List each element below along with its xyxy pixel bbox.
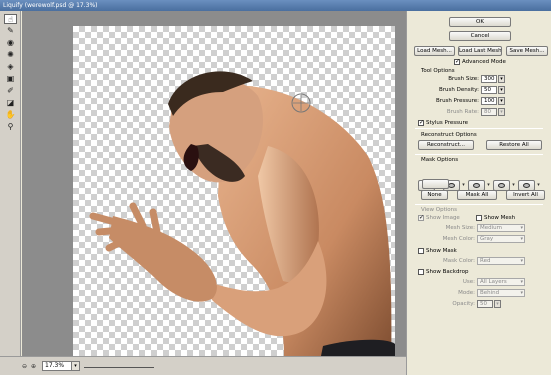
preview-image[interactable] <box>73 26 395 371</box>
mesh-size-label: Mesh Size: <box>445 225 475 231</box>
status-bar: ⊖ ⊕ 17.3% ▾ <box>0 356 406 375</box>
options-panel: OK Cancel Load Mesh... Load Last Mesh Sa… <box>406 11 551 375</box>
show-mask-label: Show Mask <box>426 248 457 254</box>
mask-color-label: Mask Color: <box>442 258 475 264</box>
show-image-label: Show Image <box>426 215 460 221</box>
push-left-icon[interactable]: ▣ <box>5 74 16 84</box>
pucker-icon[interactable]: ✺ <box>5 50 16 60</box>
cancel-button[interactable]: Cancel <box>449 31 511 41</box>
brush-size-dropdown[interactable]: ▾ <box>498 75 505 83</box>
zoom-icon[interactable]: ⚲ <box>5 122 16 132</box>
save-mesh-button[interactable]: Save Mesh... <box>506 46 548 56</box>
mesh-color-select[interactable]: Gray ▾ <box>477 235 525 243</box>
tool-options-title: Tool Options <box>421 68 455 74</box>
show-image-checkbox[interactable]: ✓ <box>418 215 424 221</box>
show-mesh-label: Show Mesh <box>484 215 516 221</box>
mesh-size-select[interactable]: Medium ▾ <box>477 224 525 232</box>
brush-rate-label: Brush Rate: <box>446 109 479 115</box>
brush-size-field[interactable]: 300 <box>481 75 497 83</box>
advanced-mode-label: Advanced Mode <box>462 59 506 65</box>
zoom-in-icon[interactable]: ⊕ <box>31 362 36 371</box>
mask-all-button[interactable]: Mask All <box>457 190 497 200</box>
mask-none-button-placeholder <box>422 179 449 189</box>
show-backdrop-label: Show Backdrop <box>426 269 469 275</box>
show-mesh-checkbox[interactable] <box>476 215 482 221</box>
opacity-field[interactable]: 50 <box>477 300 493 308</box>
mask-options-title: Mask Options <box>421 157 459 163</box>
restore-all-button[interactable]: Restore All <box>486 140 542 150</box>
show-mask-checkbox[interactable] <box>418 248 424 254</box>
mask-color-select[interactable]: Red ▾ <box>477 257 525 265</box>
ok-button[interactable]: OK <box>449 17 511 27</box>
brush-density-dropdown[interactable]: ▾ <box>498 86 505 94</box>
brush-pressure-dropdown[interactable]: ▾ <box>498 97 505 105</box>
thaw-mask-icon[interactable]: ◪ <box>5 98 16 108</box>
mode-label: Mode: <box>458 290 475 296</box>
brush-density-label: Brush Density: <box>439 87 479 93</box>
load-last-mesh-button[interactable]: Load Last Mesh <box>458 46 502 56</box>
brush-rate-field[interactable]: 80 <box>481 108 497 116</box>
advanced-mode-checkbox[interactable]: ✓ <box>454 59 460 65</box>
reconstruct-icon[interactable]: ✎ <box>5 26 16 36</box>
mask-none-button[interactable]: None <box>421 190 448 200</box>
use-select[interactable]: All Layers ▾ <box>477 278 525 286</box>
bloat-icon[interactable]: ◈ <box>5 62 16 72</box>
divider <box>415 154 543 155</box>
load-mesh-button[interactable]: Load Mesh... <box>414 46 455 56</box>
mesh-color-label: Mesh Color: <box>442 236 475 242</box>
brush-pressure-field[interactable]: 100 <box>481 97 497 105</box>
window-title: Liquify (werewolf.psd @ 17.3%) <box>0 0 551 11</box>
forward-warp-icon[interactable]: ☝ <box>4 14 17 24</box>
tool-strip: ☝ ✎ ◉ ✺ ◈ ▣ ✐ ◪ ✋ ⚲ <box>0 11 21 356</box>
stylus-pressure-checkbox[interactable]: ✓ <box>418 120 424 126</box>
brush-density-field[interactable]: 50 <box>481 86 497 94</box>
view-options-title: View Options <box>421 207 458 213</box>
brush-size-label: Brush Size: <box>448 76 479 82</box>
mode-select[interactable]: Behind ▾ <box>477 289 525 297</box>
reconstruct-options-title: Reconstruct Options <box>421 132 477 138</box>
reconstruct-button[interactable]: Reconstruct... <box>418 140 474 150</box>
brush-pressure-label: Brush Pressure: <box>436 98 479 104</box>
opacity-dropdown[interactable]: ▾ <box>494 300 501 308</box>
opacity-label: Opacity: <box>452 301 475 307</box>
freeze-mask-icon[interactable]: ✐ <box>5 86 16 96</box>
zoom-dropdown-button[interactable]: ▾ <box>72 361 80 371</box>
twirl-icon[interactable]: ◉ <box>5 38 16 48</box>
hand-icon[interactable]: ✋ <box>5 110 16 120</box>
subject-illustration <box>89 71 395 371</box>
zoom-out-icon[interactable]: ⊖ <box>22 362 27 371</box>
zoom-level-field[interactable]: 17.3% <box>42 361 72 371</box>
use-label: Use: <box>462 279 475 285</box>
stylus-pressure-label: Stylus Pressure <box>426 120 469 126</box>
brush-rate-dropdown[interactable]: ▾ <box>498 108 505 116</box>
divider <box>415 128 543 129</box>
invert-all-button[interactable]: Invert All <box>506 190 545 200</box>
divider <box>415 204 543 205</box>
show-backdrop-checkbox[interactable] <box>418 269 424 275</box>
status-divider <box>84 367 154 368</box>
preview-canvas[interactable] <box>22 11 406 371</box>
